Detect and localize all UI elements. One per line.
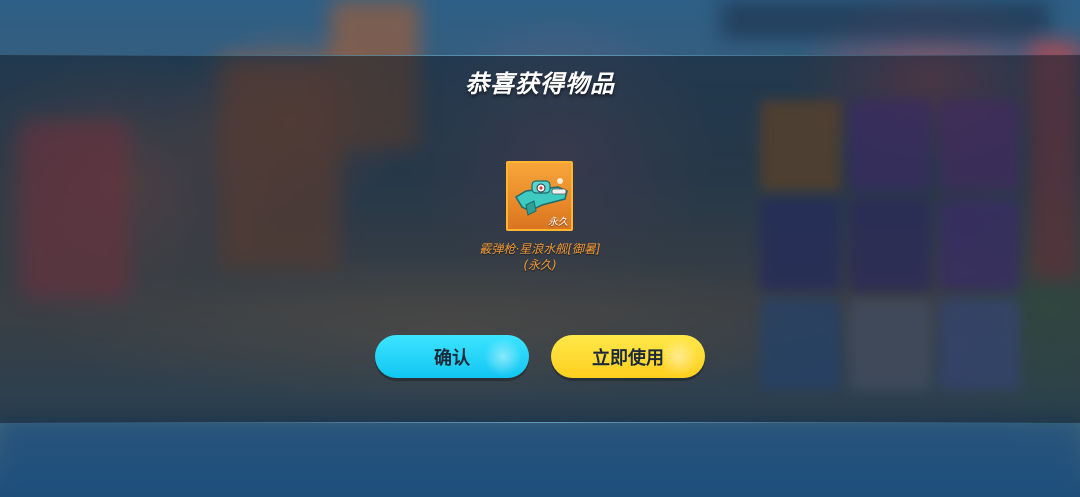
duration-badge: 永久: [548, 217, 568, 228]
band-bottom-divider: [0, 422, 1080, 423]
reward-item-duration-line: (永久): [523, 258, 557, 272]
button-decoration: [659, 339, 699, 375]
reward-item-slot[interactable]: 永久: [506, 161, 573, 231]
confirm-button[interactable]: 确认: [375, 335, 529, 378]
bg-blob: [0, 420, 1080, 497]
reward-item-name: 霰弹枪·星浪水舰[御暑] (永久): [0, 241, 1080, 273]
reward-item-name-line: 霰弹枪·星浪水舰[御暑]: [479, 242, 601, 256]
band-top-divider: [0, 55, 1080, 56]
use-now-button[interactable]: 立即使用: [551, 335, 705, 378]
confirm-button-label: 确认: [434, 347, 470, 369]
use-now-button-label: 立即使用: [592, 347, 664, 369]
modal-overlay-band: [0, 55, 1080, 423]
bg-blob: [720, 0, 1050, 40]
button-decoration: [483, 339, 523, 375]
dialog-title: 恭喜获得物品: [465, 70, 615, 98]
